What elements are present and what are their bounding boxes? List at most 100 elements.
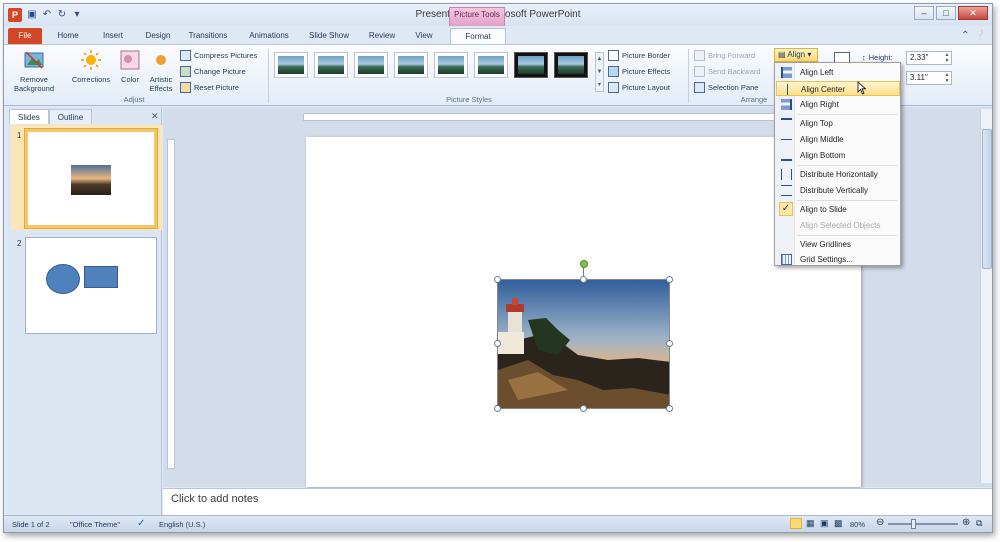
reset-picture-icon (180, 82, 191, 93)
bring-forward-button[interactable]: Bring Forward (694, 49, 755, 62)
align-dropdown-menu: Align Left Align Center Align Right Alig… (774, 62, 901, 266)
maximize-button[interactable]: □ (936, 6, 956, 20)
rotation-handle[interactable] (580, 260, 588, 268)
align-button[interactable]: ▤ Align ▾ (774, 48, 818, 62)
zoom-slider-knob[interactable] (911, 519, 916, 529)
zoom-slider[interactable] (888, 523, 958, 525)
menu-item-align-middle[interactable]: Align Middle (776, 132, 900, 147)
tab-transitions[interactable]: Transitions (184, 28, 232, 44)
slide-thumbnail-1[interactable] (25, 129, 157, 228)
normal-view-icon[interactable] (790, 518, 802, 529)
align-center-icon (787, 84, 788, 95)
picture-style-5[interactable] (434, 52, 468, 78)
menu-item-distribute-vertically[interactable]: Distribute Vertically (776, 183, 900, 198)
picture-style-6[interactable] (474, 52, 508, 78)
picture-style-2[interactable] (314, 52, 348, 78)
fit-to-window-icon[interactable]: ⧉ (976, 518, 982, 529)
picture-effects-button[interactable]: Picture Effects (608, 65, 670, 78)
reset-picture-button[interactable]: Reset Picture (180, 81, 239, 94)
vertical-scrollbar[interactable] (980, 109, 992, 483)
selection-pane-button[interactable]: Selection Pane (694, 81, 758, 94)
picture-style-3[interactable] (354, 52, 388, 78)
slide-number: 2 (17, 239, 22, 248)
tab-review[interactable]: Review (366, 28, 398, 44)
tab-outline[interactable]: Outline (48, 109, 93, 124)
remove-background-button[interactable]: Remove Background (8, 49, 60, 93)
zoom-level[interactable]: 80% (850, 520, 865, 529)
change-picture-button[interactable]: Change Picture (180, 65, 246, 78)
close-panel-icon[interactable]: ✕ (151, 111, 159, 122)
scrollbar-thumb[interactable] (982, 129, 992, 269)
language-indicator[interactable]: English (U.S.) (159, 520, 205, 529)
slide-show-icon[interactable]: ▩ (834, 518, 843, 529)
menu-item-align-selected-objects: Align Selected Objects (800, 221, 881, 230)
picture-layout-button[interactable]: Picture Layout (608, 81, 670, 94)
tab-slides[interactable]: Slides (9, 109, 49, 124)
arrange-group-label: Arrange (740, 95, 768, 104)
help-icon[interactable]: ❔ (974, 30, 986, 41)
compress-pictures-button[interactable]: Compress Pictures (180, 49, 257, 62)
color-icon (120, 50, 140, 70)
menu-item-align-right[interactable]: Align Right (776, 97, 900, 112)
picture-styles-scroll[interactable]: ▲ ▼ ▾ (595, 52, 604, 92)
tab-format[interactable]: Format (450, 28, 506, 44)
menu-item-align-top[interactable]: Align Top (776, 116, 900, 131)
tab-home[interactable]: Home (52, 28, 84, 44)
resize-handle-left[interactable] (494, 340, 501, 347)
height-spinner[interactable]: ▲ ▼ (943, 52, 951, 64)
picture-border-icon (608, 50, 619, 61)
corrections-button[interactable]: Corrections (66, 49, 116, 84)
resize-handle-bottom-right[interactable] (666, 405, 673, 412)
picture-style-7[interactable] (514, 52, 548, 78)
menu-item-view-gridlines[interactable]: View Gridlines (776, 237, 900, 252)
resize-handle-top-right[interactable] (666, 276, 673, 283)
zoom-out-icon[interactable]: ⊖ (876, 517, 884, 528)
menu-separator (797, 114, 897, 115)
picture-style-1[interactable] (274, 52, 308, 78)
reading-view-icon[interactable]: ▣ (820, 518, 829, 529)
picture-tools-label: Picture Tools (449, 7, 505, 26)
remove-background-icon (24, 51, 44, 69)
resize-handle-right[interactable] (666, 340, 673, 347)
menu-item-align-center[interactable]: Align Center (776, 81, 900, 96)
ribbon-separator (268, 49, 269, 103)
menu-item-distribute-horizontally[interactable]: Distribute Horizontally (776, 167, 900, 182)
minimize-button[interactable]: – (914, 6, 934, 20)
menu-item-align-left[interactable]: Align Left (776, 65, 900, 80)
change-picture-icon (180, 66, 191, 77)
slide-sorter-icon[interactable]: ▦ (806, 518, 815, 529)
artistic-effects-button[interactable]: Artistic Effects (144, 49, 178, 93)
menu-item-grid-settings[interactable]: Grid Settings... (776, 252, 900, 267)
tab-design[interactable]: Design (141, 28, 175, 44)
tab-slide-show[interactable]: Slide Show (304, 28, 354, 44)
lighthouse-picture[interactable] (497, 279, 670, 409)
menu-item-align-bottom[interactable]: Align Bottom (776, 148, 900, 163)
picture-style-8[interactable] (554, 52, 588, 78)
picture-styles-group-label: Picture Styles (446, 95, 492, 104)
send-backward-button[interactable]: Send Backward (694, 65, 761, 78)
resize-handle-top-left[interactable] (494, 276, 501, 283)
notes-pane[interactable]: Click to add notes (163, 488, 992, 515)
color-button[interactable]: Color (116, 49, 144, 84)
tab-insert[interactable]: Insert (96, 28, 130, 44)
width-spinner[interactable]: ▲ ▼ (943, 72, 951, 84)
window-controls: – □ ✕ (914, 6, 988, 20)
close-button[interactable]: ✕ (958, 6, 988, 20)
tab-animations[interactable]: Animations (244, 28, 294, 44)
picture-effects-icon (608, 66, 619, 77)
height-field[interactable]: 2.33" ▲ ▼ (906, 51, 952, 65)
picture-border-button[interactable]: Picture Border (608, 49, 670, 62)
width-field[interactable]: 3.11" ▲ ▼ (906, 71, 952, 85)
resize-handle-bottom[interactable] (580, 405, 587, 412)
resize-handle-bottom-left[interactable] (494, 405, 501, 412)
zoom-in-icon[interactable]: ⊕ (962, 517, 970, 528)
spell-check-icon[interactable]: ✓ (137, 518, 145, 529)
tab-file[interactable]: File (8, 28, 42, 44)
tab-view[interactable]: View (410, 28, 438, 44)
menu-separator (797, 235, 897, 236)
resize-handle-top[interactable] (580, 276, 587, 283)
slide-thumbnail-2[interactable] (25, 237, 157, 334)
picture-style-4[interactable] (394, 52, 428, 78)
menu-item-align-to-slide[interactable]: ✓ Align to Slide (776, 202, 900, 217)
minimize-ribbon-icon[interactable]: ⌃ (961, 30, 969, 41)
